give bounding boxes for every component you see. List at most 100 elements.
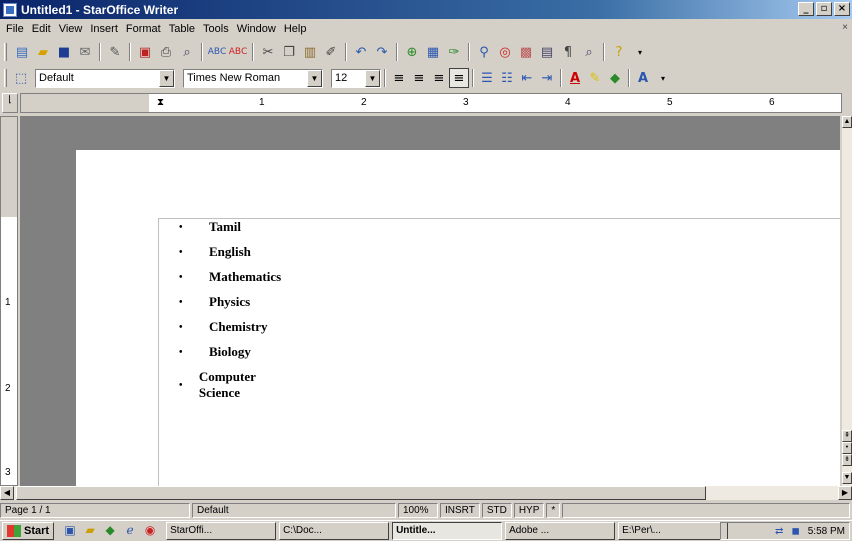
align-right-icon[interactable]: ≡ (429, 68, 449, 88)
horizontal-scrollbar[interactable]: ◀ ▶ (0, 486, 852, 500)
new-document-icon[interactable]: ▤ (12, 42, 32, 62)
task-e-per[interactable]: E:\Per\... (618, 522, 729, 540)
menu-window[interactable]: Window (233, 23, 280, 35)
cut-icon[interactable]: ✂ (258, 42, 278, 62)
start-button[interactable]: Start (2, 522, 55, 540)
ruler-indent-marker-icon[interactable]: ⧗ (157, 97, 164, 108)
styles-formatting-icon[interactable]: ⬚ (11, 68, 31, 88)
list-item[interactable]: • Biology (179, 344, 251, 360)
paste-icon[interactable]: ▥ (300, 42, 320, 62)
text-area[interactable]: • Tamil • English • Mathematics • Physics • C… (158, 218, 840, 486)
increase-indent-icon[interactable]: ⇥ (537, 68, 557, 88)
print-icon[interactable]: ⎙ (156, 42, 176, 62)
align-left-icon[interactable]: ≡ (389, 68, 409, 88)
save-icon[interactable]: ■ (54, 42, 74, 62)
list-item[interactable]: • Chemistry (179, 319, 268, 335)
background-color-icon[interactable]: ◆ (605, 68, 625, 88)
chevron-down-icon[interactable]: ▼ (159, 69, 174, 87)
character-format-icon[interactable]: A (633, 68, 653, 88)
internet-explorer-icon[interactable]: ℯ (122, 523, 138, 539)
document-close-icon[interactable]: × (842, 22, 848, 33)
email-icon[interactable]: ✉ (75, 42, 95, 62)
chevron-down-icon[interactable]: ▼ (365, 69, 380, 87)
navigation-icon[interactable]: • (842, 442, 852, 454)
decrease-indent-icon[interactable]: ⇤ (517, 68, 537, 88)
font-name-select[interactable]: Times New Roman ▼ (183, 68, 323, 88)
bullets-icon[interactable]: ☷ (497, 68, 517, 88)
scroll-right-icon[interactable]: ▶ (838, 486, 852, 500)
highlighting-icon[interactable]: ✎ (585, 68, 605, 88)
menu-format[interactable]: Format (122, 23, 165, 35)
help-icon[interactable]: ? (609, 42, 629, 62)
show-desktop-icon[interactable]: ▣ (62, 523, 78, 539)
navigator-icon[interactable]: ◎ (495, 42, 515, 62)
horizontal-ruler[interactable]: ⧗ 1 2 3 4 5 6 (20, 93, 842, 113)
close-button[interactable]: × (834, 2, 850, 16)
font-color-icon[interactable]: A (565, 68, 585, 88)
page-style-indicator[interactable]: Default (192, 502, 396, 518)
menu-view[interactable]: View (55, 23, 87, 35)
explorer-icon[interactable]: ▰ (82, 523, 98, 539)
scroll-left-icon[interactable]: ◀ (0, 486, 14, 500)
task-c-docs[interactable]: C:\Doc... (279, 522, 390, 540)
toolbar-options-icon[interactable]: ▾ (630, 42, 650, 62)
menu-help[interactable]: Help (280, 23, 311, 35)
page-indicator[interactable]: Page 1 / 1 (0, 502, 190, 518)
font-size-select[interactable]: 12 ▼ (331, 68, 381, 88)
list-item[interactable]: • English (179, 244, 251, 260)
data-sources-icon[interactable]: ▤ (537, 42, 557, 62)
undo-icon[interactable]: ↶ (351, 42, 371, 62)
list-item[interactable]: • Physics (179, 294, 250, 310)
zoom-icon[interactable]: ⌕ (579, 42, 599, 62)
list-item[interactable]: • Mathematics (179, 269, 281, 285)
toolbar-grip[interactable] (4, 43, 7, 61)
app-quicklaunch-icon[interactable]: ◉ (142, 523, 158, 539)
menu-tools[interactable]: Tools (199, 23, 233, 35)
scroll-thumb[interactable] (16, 486, 706, 500)
document-page[interactable]: • Tamil • English • Mathematics • Physics • C… (76, 150, 840, 486)
find-replace-icon[interactable]: ⚲ (474, 42, 494, 62)
maximize-button[interactable]: ▫ (816, 2, 832, 16)
redo-icon[interactable]: ↷ (372, 42, 392, 62)
scroll-down-icon[interactable]: ▼ (842, 472, 852, 484)
vertical-scrollbar[interactable]: ▲ ⇞ • ⇟ ▼ (842, 116, 852, 486)
spellcheck-icon[interactable]: ABC (207, 42, 227, 62)
page-preview-icon[interactable]: ⌕ (177, 42, 197, 62)
hyperlink-icon[interactable]: ⊕ (402, 42, 422, 62)
selection-mode-indicator[interactable]: STD (481, 502, 512, 518)
align-center-icon[interactable]: ≡ (409, 68, 429, 88)
menu-table[interactable]: Table (165, 23, 199, 35)
clone-format-icon[interactable]: ✐ (321, 42, 341, 62)
justify-icon[interactable]: ≡ (449, 68, 469, 88)
menu-file[interactable]: File (2, 23, 28, 35)
antivirus-icon[interactable]: ◼ (791, 526, 799, 537)
next-page-icon[interactable]: ⇟ (842, 454, 852, 466)
open-file-icon[interactable]: ▰ (33, 42, 53, 62)
task-adobe[interactable]: Adobe ... (505, 522, 616, 540)
nonprinting-chars-icon[interactable]: ¶ (558, 42, 578, 62)
zoom-indicator[interactable]: 100% (398, 502, 438, 518)
media-icon[interactable]: ◆ (102, 523, 118, 539)
toolbar-options-icon[interactable]: ▾ (653, 68, 673, 88)
menu-edit[interactable]: Edit (28, 23, 55, 35)
list-item[interactable]: • Computer Science (179, 369, 266, 401)
menu-insert[interactable]: Insert (86, 23, 122, 35)
list-item[interactable]: • Tamil (179, 219, 241, 235)
copy-icon[interactable]: ❐ (279, 42, 299, 62)
numbering-icon[interactable]: ☰ (477, 68, 497, 88)
chevron-down-icon[interactable]: ▼ (307, 69, 322, 87)
edit-file-icon[interactable]: ✎ (105, 42, 125, 62)
minimize-button[interactable]: _ (798, 2, 814, 16)
gallery-icon[interactable]: ▩ (516, 42, 536, 62)
task-staroffice[interactable]: StarOffi... (166, 522, 277, 540)
vertical-ruler[interactable]: 1 2 3 (0, 116, 18, 486)
export-pdf-icon[interactable]: ▣ (135, 42, 155, 62)
autospellcheck-icon[interactable]: ABC (228, 42, 248, 62)
network-icon[interactable]: ⇄ (775, 526, 783, 537)
hyperlink-mode-indicator[interactable]: HYP (513, 502, 545, 518)
paragraph-style-select[interactable]: Default ▼ (35, 68, 175, 88)
previous-page-icon[interactable]: ⇞ (842, 430, 852, 442)
scroll-up-icon[interactable]: ▲ (842, 116, 852, 128)
table-icon[interactable]: ▦ (423, 42, 443, 62)
clock[interactable]: 5:58 PM (808, 526, 845, 537)
